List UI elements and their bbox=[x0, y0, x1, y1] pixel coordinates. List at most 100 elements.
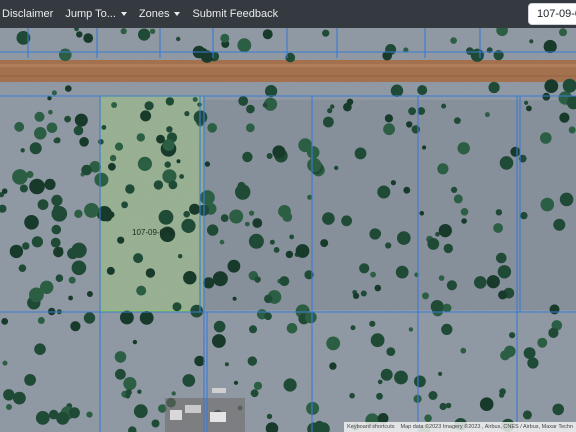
tree-canopy bbox=[411, 125, 420, 134]
tree-canopy bbox=[2, 360, 8, 366]
tree-canopy bbox=[71, 242, 87, 258]
tree-canopy bbox=[166, 126, 173, 133]
tree-canopy bbox=[101, 125, 107, 130]
tree-canopy bbox=[537, 337, 548, 348]
tree-canopy bbox=[497, 265, 512, 279]
tree-canopy bbox=[304, 311, 317, 324]
tree-canopy bbox=[238, 96, 249, 106]
tree-canopy bbox=[207, 123, 217, 133]
tree-canopy bbox=[179, 174, 185, 179]
tree-canopy bbox=[19, 184, 28, 193]
nav-jump-to-dropdown[interactable]: Jump To... bbox=[59, 0, 133, 28]
tree-canopy bbox=[522, 410, 532, 420]
tree-canopy bbox=[68, 276, 76, 284]
selected-parcel-label: 107-09-079 bbox=[132, 228, 173, 237]
tree-canopy bbox=[136, 133, 145, 142]
tree-canopy bbox=[377, 379, 383, 385]
tree-canopy bbox=[176, 159, 181, 164]
tree-canopy bbox=[272, 145, 286, 159]
tree-canopy bbox=[264, 312, 272, 321]
nav-disclaimer-label: Disclaimer bbox=[2, 8, 54, 20]
tree-canopy bbox=[262, 102, 268, 108]
tree-canopy bbox=[13, 391, 26, 405]
tree-canopy bbox=[544, 79, 559, 93]
tree-canopy bbox=[438, 275, 445, 281]
tree-canopy bbox=[390, 84, 404, 97]
tree-canopy bbox=[151, 419, 160, 428]
tree-canopy bbox=[540, 197, 555, 212]
tree-canopy bbox=[306, 146, 320, 159]
tree-canopy bbox=[285, 250, 294, 259]
tree-canopy bbox=[249, 325, 257, 334]
tree-canopy bbox=[543, 39, 557, 54]
tree-canopy bbox=[120, 310, 134, 325]
tree-canopy bbox=[53, 204, 60, 212]
tree-canopy bbox=[34, 127, 47, 140]
tree-canopy bbox=[266, 413, 273, 420]
tree-canopy bbox=[461, 218, 467, 224]
tree-canopy bbox=[286, 323, 298, 334]
tree-canopy bbox=[273, 247, 280, 253]
tree-canopy bbox=[499, 392, 505, 398]
tree-canopy bbox=[172, 302, 182, 312]
tree-canopy bbox=[139, 311, 154, 325]
map-canvas[interactable] bbox=[0, 28, 576, 432]
tree-canopy bbox=[50, 237, 61, 248]
tree-canopy bbox=[229, 209, 244, 224]
keyboard-shortcuts-link[interactable]: Keyboard shortcuts bbox=[347, 424, 394, 430]
tree-canopy bbox=[295, 244, 310, 258]
tree-canopy bbox=[385, 242, 392, 249]
tree-canopy bbox=[438, 371, 443, 376]
tree-canopy bbox=[266, 153, 273, 159]
map-data-credit: Map data ©2023 Imagery ©2023 , Airbus, C… bbox=[400, 424, 573, 430]
tree-canopy bbox=[559, 112, 570, 123]
tree-canopy bbox=[48, 109, 53, 115]
tree-canopy bbox=[65, 85, 72, 92]
tree-canopy bbox=[269, 239, 275, 245]
tree-canopy bbox=[212, 334, 226, 348]
tree-canopy bbox=[323, 116, 334, 128]
tree-canopy bbox=[182, 374, 196, 387]
nav-jump-to-label: Jump To... bbox=[65, 8, 116, 20]
tree-canopy bbox=[178, 254, 183, 259]
tree-canopy bbox=[121, 201, 128, 209]
tree-canopy bbox=[79, 137, 89, 147]
tree-canopy bbox=[499, 156, 514, 170]
tree-canopy bbox=[109, 154, 117, 162]
tree-canopy bbox=[102, 211, 113, 222]
top-navbar: Disclaimer Jump To... Zones Submit Feedb… bbox=[0, 0, 576, 28]
tree-canopy bbox=[145, 268, 156, 278]
tree-canopy bbox=[51, 224, 62, 235]
tree-canopy bbox=[29, 287, 44, 303]
tree-canopy bbox=[108, 162, 116, 171]
tree-canopy bbox=[349, 392, 355, 399]
nav-disclaimer[interactable]: Disclaimer bbox=[0, 0, 59, 28]
tree-canopy bbox=[526, 105, 532, 112]
tree-canopy bbox=[484, 112, 490, 118]
tree-canopy bbox=[132, 339, 138, 345]
tree-canopy bbox=[370, 271, 376, 278]
tree-canopy bbox=[37, 199, 49, 211]
parcel-search-input[interactable] bbox=[528, 3, 576, 25]
tree-canopy bbox=[343, 102, 352, 112]
tree-canopy bbox=[307, 194, 313, 200]
tree-canopy bbox=[359, 263, 370, 274]
tree-canopy bbox=[327, 108, 333, 114]
tree-canopy bbox=[262, 29, 273, 40]
nav-submit-feedback-label: Submit Feedback bbox=[192, 8, 279, 20]
tree-canopy bbox=[94, 172, 109, 187]
tree-canopy bbox=[453, 194, 463, 204]
tree-canopy bbox=[136, 285, 147, 296]
tree-canopy bbox=[3, 389, 15, 401]
satellite-map[interactable]: 107-09-079 Keyboard shortcuts Map data ©… bbox=[0, 28, 576, 432]
tree-canopy bbox=[68, 295, 73, 301]
tree-canopy bbox=[51, 90, 57, 96]
tree-canopy bbox=[246, 104, 255, 114]
tree-canopy bbox=[428, 391, 438, 400]
nav-zones-dropdown[interactable]: Zones bbox=[133, 0, 187, 28]
nav-submit-feedback[interactable]: Submit Feedback bbox=[186, 0, 284, 28]
tree-canopy bbox=[181, 218, 196, 233]
tree-canopy bbox=[248, 233, 264, 249]
tree-canopy bbox=[140, 110, 152, 122]
tree-canopy bbox=[224, 362, 229, 367]
